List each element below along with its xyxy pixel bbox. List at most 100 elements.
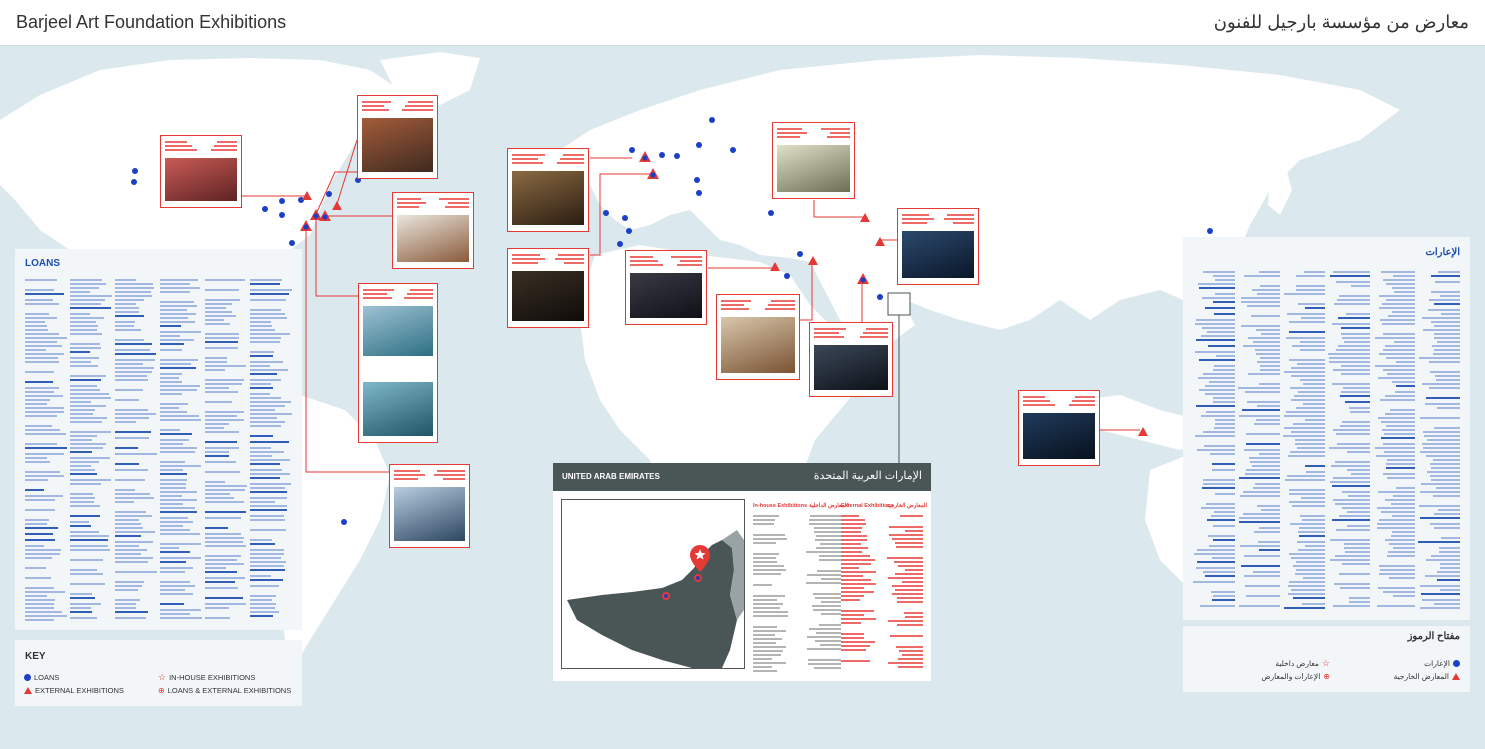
loan-marker[interactable] (262, 206, 268, 212)
list-text-line (160, 331, 202, 333)
list-text-line (250, 289, 292, 291)
list-text-line (250, 401, 291, 403)
loan-marker[interactable] (279, 212, 285, 218)
uae-list-text-line (841, 543, 861, 545)
exhibition-card[interactable] (507, 148, 589, 232)
list-text-line (1295, 443, 1325, 445)
uae-map[interactable] (561, 499, 745, 669)
loan-marker[interactable] (696, 190, 702, 196)
loan-marker[interactable] (341, 519, 347, 525)
list-text-line (25, 461, 50, 463)
list-text-line (1344, 341, 1370, 343)
exhibition-card[interactable] (392, 192, 474, 269)
uae-col-inhouse-title: In-house Exhibitions (753, 503, 808, 509)
loan-marker[interactable] (696, 142, 702, 148)
uae-col-external-title-arabic: المعارض الخارجية (886, 503, 927, 509)
card-text-line-arabic (437, 470, 465, 472)
loan-marker[interactable] (131, 179, 137, 185)
list-text-line (1214, 279, 1235, 281)
list-text-line (1256, 405, 1280, 407)
list-text-line (1421, 443, 1460, 445)
list-text-line (160, 547, 180, 549)
exhibition-card[interactable] (160, 135, 242, 208)
exhibition-card[interactable] (389, 464, 470, 548)
list-text-line (70, 351, 91, 353)
list-text-line (1208, 345, 1235, 347)
list-text-line (250, 383, 272, 385)
list-text-line (25, 357, 58, 359)
loan-marker[interactable] (326, 191, 332, 197)
uae-list-text-line (841, 587, 864, 589)
list-text-line (250, 487, 286, 489)
list-text-line (1244, 473, 1280, 475)
list-text-line (1248, 457, 1280, 459)
list-text-line (25, 599, 56, 601)
loan-marker[interactable] (289, 240, 295, 246)
list-text-line (250, 313, 286, 315)
loan-marker[interactable] (617, 241, 623, 247)
loan-marker[interactable] (797, 251, 803, 257)
uae-list-text-line (898, 658, 923, 660)
list-text-line (115, 343, 153, 345)
uae-list-text-line (753, 519, 775, 521)
list-text-line (250, 603, 277, 605)
exhibition-card[interactable] (809, 322, 893, 397)
list-text-line (1335, 461, 1370, 463)
loans-panel-title: LOANS (25, 258, 60, 269)
list-text-line (25, 395, 64, 397)
uae-list-text-line (753, 534, 785, 536)
list-text-line (1294, 573, 1325, 575)
exhibition-card[interactable] (357, 95, 438, 179)
list-text-line (160, 451, 195, 453)
loan-marker[interactable] (730, 147, 736, 153)
list-text-line (70, 451, 93, 453)
loan-marker[interactable] (694, 177, 700, 183)
loan-marker[interactable] (132, 168, 138, 174)
loan-marker[interactable] (626, 228, 632, 234)
loan-marker[interactable] (603, 210, 609, 216)
list-text-line (1299, 515, 1325, 517)
exhibition-card[interactable] (1018, 390, 1100, 466)
list-text-line (1379, 565, 1415, 567)
list-text-line (1213, 427, 1235, 429)
loan-marker[interactable] (1207, 228, 1213, 234)
list-text-line (250, 553, 284, 555)
list-text-line (1202, 431, 1235, 433)
exhibition-card[interactable] (716, 294, 800, 380)
exhibition-card[interactable] (772, 122, 855, 199)
exhibition-card[interactable] (507, 248, 589, 328)
list-text-line (70, 479, 112, 481)
list-text-line (1382, 349, 1415, 351)
loan-marker[interactable] (674, 153, 680, 159)
uae-list-text-line (753, 538, 787, 540)
list-text-line (1212, 599, 1235, 601)
uae-list-text-line (753, 670, 777, 672)
exhibition-photo (814, 345, 888, 390)
list-text-line (1350, 285, 1370, 287)
uae-list-text-line (809, 515, 841, 517)
key-title: KEY (25, 651, 46, 662)
uae-list-text-line (889, 534, 923, 536)
loan-marker[interactable] (709, 117, 715, 123)
list-text-line (25, 293, 65, 295)
list-text-line (115, 479, 145, 481)
exhibition-card[interactable] (358, 283, 438, 443)
list-text-line (1439, 551, 1460, 553)
loan-marker[interactable] (768, 210, 774, 216)
list-text-line (1305, 419, 1325, 421)
loan-marker[interactable] (279, 198, 285, 204)
loan-marker[interactable] (877, 294, 883, 300)
list-text-line (1382, 279, 1415, 281)
exhibition-card[interactable] (897, 208, 979, 285)
loan-marker[interactable] (629, 147, 635, 153)
list-text-line (250, 373, 277, 375)
list-text-line (250, 409, 275, 411)
loan-marker[interactable] (784, 273, 790, 279)
list-text-line (160, 301, 194, 303)
loan-marker[interactable] (659, 152, 665, 158)
list-text-line (205, 537, 245, 539)
loan-marker[interactable] (622, 215, 628, 221)
list-text-line (115, 303, 137, 305)
exhibition-card[interactable] (625, 250, 707, 325)
uae-list-text-line (888, 526, 923, 528)
